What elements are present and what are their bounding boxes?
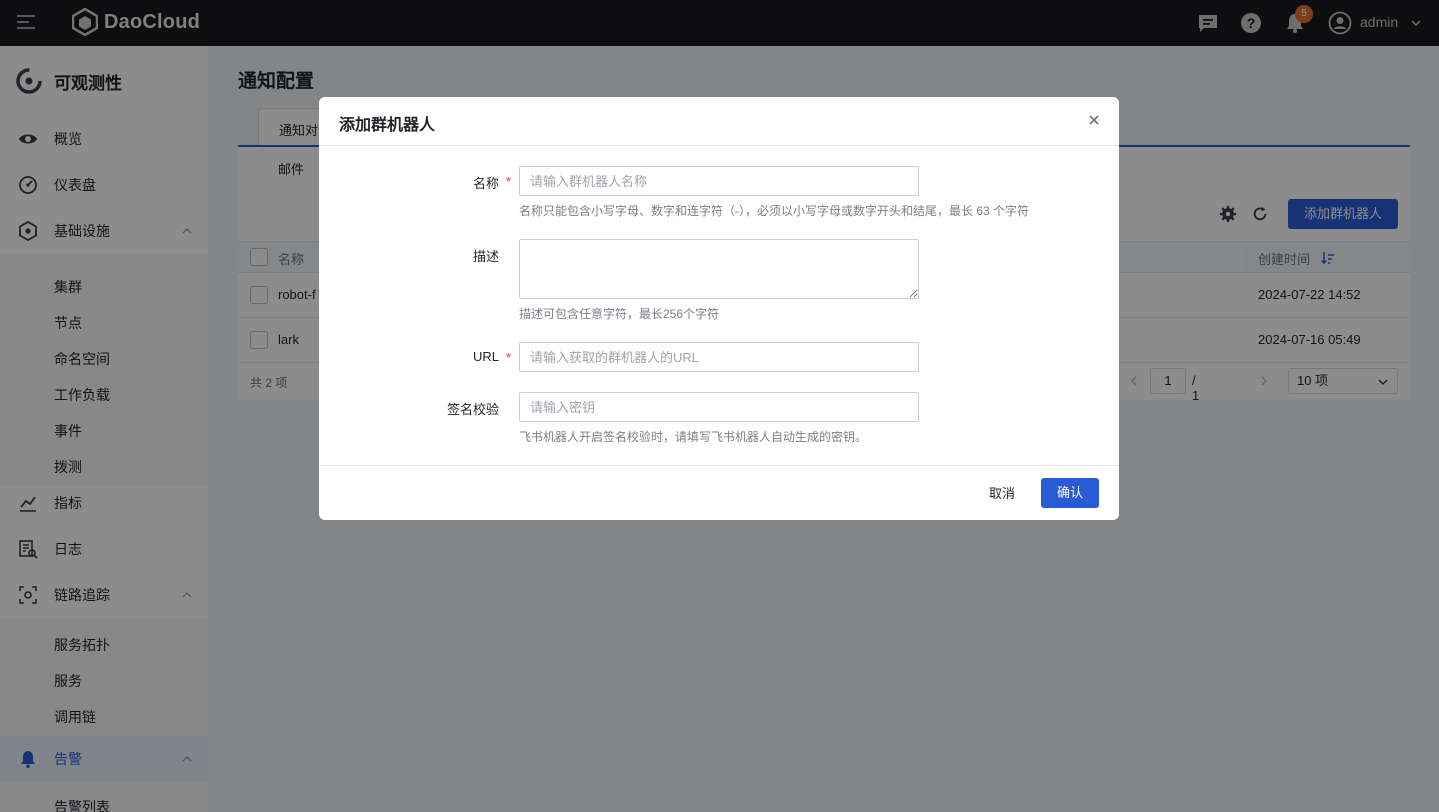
description-textarea[interactable] — [519, 239, 919, 299]
cancel-button[interactable]: 取消 — [979, 479, 1025, 509]
close-icon[interactable] — [1087, 113, 1101, 127]
signature-help-text: 飞书机器人开启签名校验时，请填写飞书机器人自动生成的密钥。 — [519, 430, 868, 444]
description-label: 描述 — [472, 249, 499, 264]
name-label: 名称 — [472, 176, 499, 191]
dialog-footer-divider — [319, 465, 1119, 466]
dialog-title: 添加群机器人 — [339, 117, 436, 134]
url-input[interactable] — [519, 342, 919, 372]
secret-input[interactable] — [519, 392, 919, 422]
required-mark: * — [506, 174, 512, 189]
name-input[interactable] — [519, 166, 919, 196]
confirm-button[interactable]: 确认 — [1041, 478, 1099, 508]
required-mark: * — [506, 350, 512, 365]
name-help-text: 名称只能包含小写字母、数字和连字符（-），必须以小写字母或数字开头和结尾，最长 … — [519, 204, 1030, 218]
add-robot-dialog: 添加群机器人 名称 * 名称只能包含小写字母、数字和连字符（-），必须以小写字母… — [319, 97, 1119, 520]
url-label: URL — [472, 349, 499, 364]
signature-label: 签名校验 — [446, 402, 499, 417]
description-help-text: 描述可包含任意字符，最长256个字符 — [519, 307, 720, 321]
dialog-header-divider — [319, 145, 1119, 146]
